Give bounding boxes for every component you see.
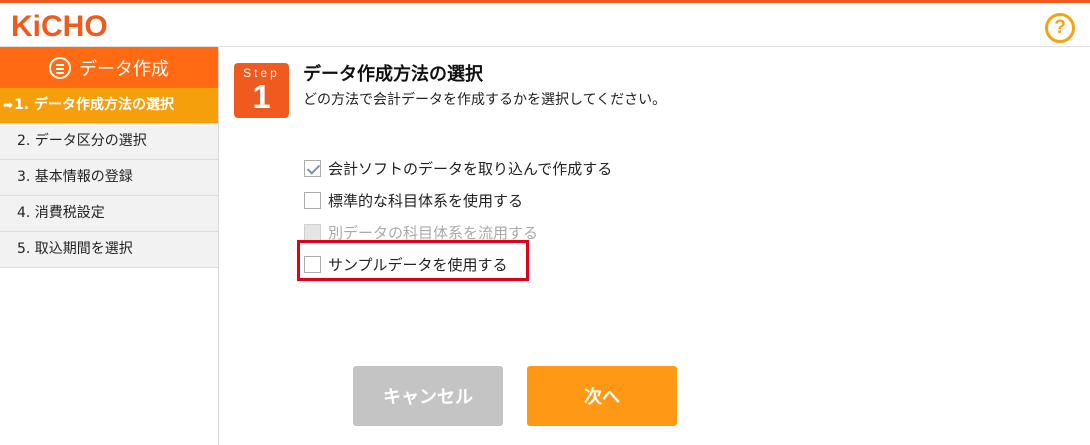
sidebar-item-label: 1. データ作成方法の選択 — [14, 97, 174, 113]
sidebar: データ作成 ➡1. データ作成方法の選択 2. データ区分の選択 3. 基本情報… — [0, 47, 219, 445]
top-bar: KiCHO ? — [0, 0, 1090, 47]
sidebar-item-label: 4. 消費税設定 — [17, 205, 105, 221]
list-icon — [49, 56, 71, 79]
step-number: 1 — [252, 78, 271, 115]
page-title: データ作成方法の選択 — [303, 64, 483, 85]
option-label: サンプルデータを使用する — [328, 255, 508, 274]
sidebar-header: データ作成 — [0, 47, 218, 88]
cancel-button[interactable]: キャンセル — [353, 366, 503, 426]
sidebar-item-category-select[interactable]: 2. データ区分の選択 — [0, 124, 218, 160]
option-reuse-other-data: 別データの科目体系を流用する — [304, 216, 612, 248]
help-icon[interactable]: ? — [1045, 13, 1075, 43]
sidebar-item-label: 2. データ区分の選択 — [17, 133, 147, 149]
sidebar-item-method-select[interactable]: ➡1. データ作成方法の選択 — [0, 88, 218, 124]
next-button[interactable]: 次へ — [527, 366, 677, 426]
sidebar-item-label: 3. 基本情報の登録 — [17, 169, 133, 185]
checkbox-checked[interactable] — [304, 159, 321, 177]
step-badge: Step 1 — [234, 63, 289, 118]
sidebar-header-label: データ作成 — [79, 58, 169, 80]
option-sample-data[interactable]: サンプルデータを使用する — [304, 248, 612, 280]
method-options: 会計ソフトのデータを取り込んで作成する 標準的な科目体系を使用する 別データの科… — [304, 152, 612, 280]
option-label: 別データの科目体系を流用する — [328, 223, 539, 242]
arrow-right-icon: ➡ — [3, 98, 14, 112]
kicho-logo: KiCHO — [11, 10, 108, 43]
checkbox-disabled — [304, 223, 321, 241]
option-import-accounting-data[interactable]: 会計ソフトのデータを取り込んで作成する — [304, 152, 612, 184]
option-standard-accounts[interactable]: 標準的な科目体系を使用する — [304, 184, 612, 216]
sidebar-item-basic-info[interactable]: 3. 基本情報の登録 — [0, 160, 218, 196]
sidebar-item-import-period[interactable]: 5. 取込期間を選択 — [0, 232, 218, 268]
option-label: 会計ソフトのデータを取り込んで作成する — [328, 159, 613, 178]
option-label: 標準的な科目体系を使用する — [328, 191, 524, 210]
checkbox[interactable] — [304, 255, 321, 273]
checkbox[interactable] — [304, 191, 321, 209]
sidebar-item-tax-settings[interactable]: 4. 消費税設定 — [0, 196, 218, 232]
sidebar-item-label: 5. 取込期間を選択 — [17, 241, 133, 257]
page-subtitle: どの方法で会計データを作成するかを選択してください。 — [303, 92, 667, 108]
